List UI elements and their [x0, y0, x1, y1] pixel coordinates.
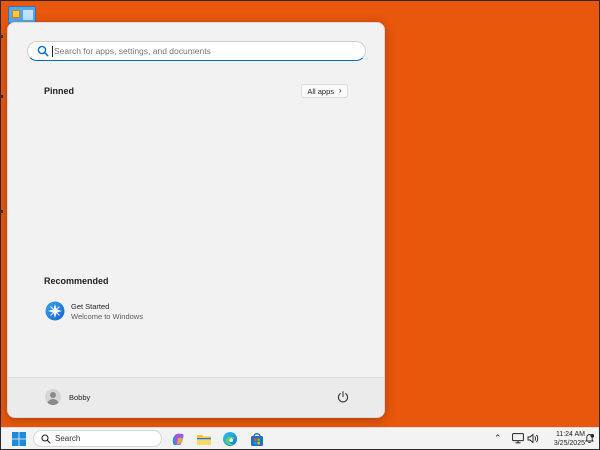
avatar-head-shape: [50, 392, 56, 398]
all-apps-button[interactable]: All apps ›: [301, 84, 348, 98]
start-menu: Search for apps, settings, and documents…: [7, 22, 385, 418]
search-placeholder: Search for apps, settings, and documents: [54, 46, 211, 56]
user-name: Bobby: [69, 392, 91, 402]
notification-bell-icon[interactable]: [584, 433, 595, 444]
search-icon: [41, 434, 51, 444]
network-icon[interactable]: [512, 433, 524, 444]
power-icon[interactable]: [336, 390, 350, 404]
user-account-button[interactable]: Bobby: [45, 388, 90, 406]
edge-marker: [0, 95, 3, 98]
search-icon: [37, 45, 49, 57]
volume-icon[interactable]: [527, 433, 539, 444]
all-apps-label: All apps: [307, 86, 334, 96]
text-caret: [52, 46, 53, 57]
recommended-item-get-started[interactable]: Get Started Welcome to Windows: [42, 299, 202, 325]
store-icon[interactable]: [249, 431, 265, 447]
clock-time: 11:24 AM: [555, 431, 585, 438]
avatar-body-shape: [47, 399, 59, 405]
desktop-icon-folder-glyph: [12, 10, 20, 18]
start-icon[interactable]: [11, 431, 27, 447]
pinned-section-title: Pinned: [44, 86, 75, 96]
recommended-item-title: Get Started: [71, 302, 110, 311]
avatar: [45, 389, 61, 405]
taskbar-clock[interactable]: 11:24 AM 3/25/2025: [541, 430, 585, 448]
edge-icon[interactable]: [222, 431, 238, 447]
start-menu-footer: Bobby: [8, 377, 384, 417]
recommended-item-subtitle: Welcome to Windows: [71, 312, 143, 321]
taskbar-search-box[interactable]: Search: [33, 430, 162, 447]
edge-marker: [0, 35, 3, 38]
start-search-input[interactable]: Search for apps, settings, and documents: [27, 41, 366, 61]
recommended-section-title: Recommended: [44, 276, 109, 286]
desktop-icon-window-glyph: [23, 10, 33, 20]
taskbar-search-label: Search: [55, 434, 81, 443]
chevron-right-icon: ›: [339, 86, 342, 95]
get-started-icon: [45, 301, 65, 321]
edge-marker: [0, 210, 3, 213]
file-explorer-icon[interactable]: [196, 431, 212, 447]
chevron-up-icon[interactable]: ⌃: [494, 433, 502, 444]
taskbar: Search ⌃ 11:24 AM 3/25/2025: [1, 427, 599, 449]
copilot-icon[interactable]: [170, 431, 186, 447]
clock-date: 3/25/2025: [553, 440, 585, 447]
